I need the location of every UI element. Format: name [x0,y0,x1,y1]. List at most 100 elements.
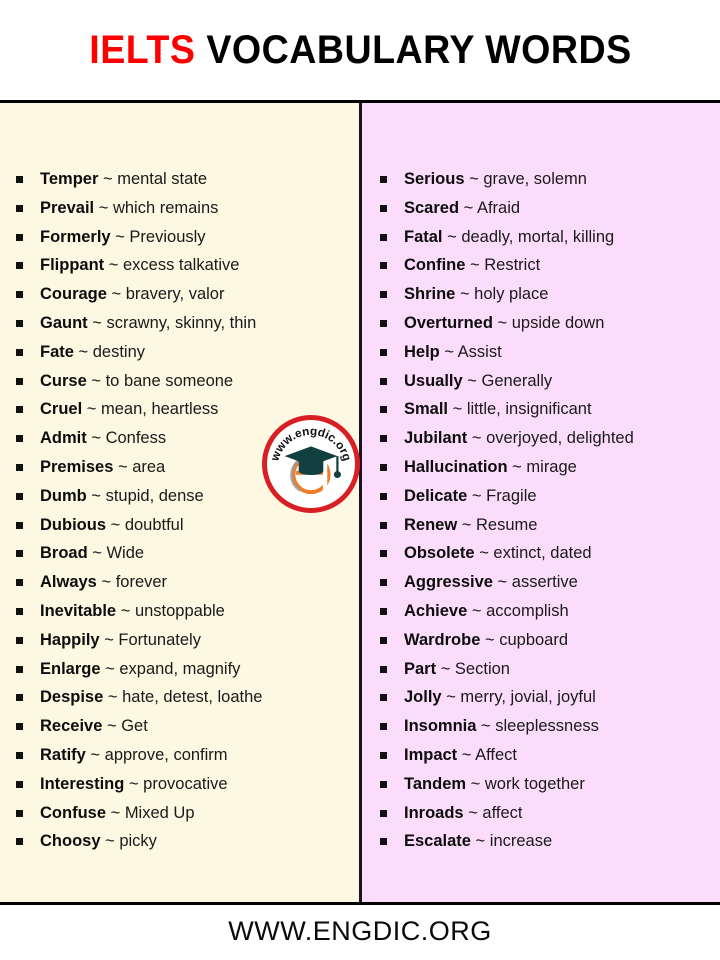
word-term: Achieve [404,601,468,620]
bullet-icon [16,492,23,500]
word-list-item: Gaunt ~ scrawny, skinny, thin [14,309,353,338]
word-separator: ~ [104,256,123,275]
word-term: Inevitable [40,601,117,620]
word-separator: ~ [110,227,130,246]
word-term: Inroads [404,803,464,822]
word-definition: work together [484,774,585,793]
word-list-item: Shrine ~ holy place [378,280,714,309]
bullet-icon [380,262,387,270]
word-separator: ~ [116,601,135,620]
word-definition: expand, magnify [119,659,241,678]
word-list-item: Enlarge ~ expand, magnify [14,655,353,684]
word-list-item: Choosy ~ picky [14,827,353,856]
word-list-item: Curse ~ to bane someone [14,367,353,396]
bullet-icon [380,463,387,471]
word-definition: overjoyed, delighted [486,429,634,448]
word-separator: ~ [87,544,107,563]
word-definition: Afraid [476,198,521,217]
page-header: IELTS VOCABULARY WORDS [0,0,720,100]
word-separator: ~ [96,573,116,592]
bullet-icon [380,550,387,558]
word-list-item: Jolly ~ merry, jovial, joyful [378,683,714,712]
bullet-icon [16,319,23,327]
word-term: Help [404,342,440,361]
word-term: Interesting [40,774,125,793]
word-separator: ~ [86,429,106,448]
word-separator: ~ [98,170,118,188]
word-list-item: Usually ~ Generally [378,367,714,396]
word-separator: ~ [436,659,455,678]
word-separator: ~ [455,285,475,304]
word-term: Part [404,659,437,678]
word-separator: ~ [99,630,119,649]
word-separator: ~ [467,486,487,505]
word-term: Fatal [404,227,443,246]
word-list-item: Part ~ Section [378,655,714,684]
word-separator: ~ [86,371,106,390]
word-term: Ratify [40,745,86,764]
word-term: Small [404,400,449,419]
word-term: Choosy [40,832,101,851]
bullet-icon [380,665,387,673]
word-separator: ~ [463,803,483,822]
word-definition: Restrict [484,256,541,275]
word-list-item: Confuse ~ Mixed Up [14,799,353,828]
word-term: Cruel [40,400,83,419]
bullet-icon [380,204,387,212]
bullet-icon [16,521,23,529]
word-definition: cupboard [499,630,569,649]
word-definition: bravery, valor [125,285,225,304]
word-definition: hate, detest, loathe [122,688,263,707]
word-definition: mental state [117,170,208,188]
right-word-column: Serious ~ grave, solemn Scared ~ Afraid Fa… [362,103,720,902]
bullet-icon [380,579,387,587]
word-separator: ~ [113,457,133,476]
word-list-item: Prevail ~ which remains [14,194,353,223]
word-list-item: Fate ~ destiny [14,338,353,367]
word-definition: Get [121,717,148,736]
bullet-icon [16,751,23,759]
word-separator: ~ [457,745,476,764]
bullet-icon [16,435,23,443]
word-definition: sleeplessness [495,717,599,736]
bullet-icon [16,809,23,817]
word-definition: increase [489,832,553,851]
bullet-icon [380,809,387,817]
word-term: Aggressive [404,573,493,592]
word-list-item: Broad ~ Wide [14,539,353,568]
word-separator: ~ [507,457,527,476]
word-list-item: Confine ~ Restrict [378,251,714,280]
word-term: Broad [40,544,88,563]
word-list-item: Achieve ~ accomplish [378,597,714,626]
word-term: Confuse [40,803,106,822]
word-term: Despise [40,688,104,707]
word-definition: upside down [511,313,605,332]
word-separator: ~ [124,774,144,793]
word-definition: mirage [526,457,577,476]
word-separator: ~ [106,515,125,534]
bullet-icon [380,291,387,299]
bullet-icon [16,463,23,471]
word-term: Jubilant [404,429,468,448]
word-definition: Wide [106,544,145,563]
word-definition: picky [119,832,157,851]
bullet-icon [380,636,387,644]
word-list-item: Help ~ Assist [378,338,714,367]
word-list-item: Hallucination ~ mirage [378,453,714,482]
word-term: Renew [404,515,458,534]
word-separator: ~ [100,832,120,851]
word-list-panels: Temper ~ mental state Prevail ~ which rem… [0,100,720,905]
bullet-icon [380,751,387,759]
word-definition: Resume [476,515,538,534]
bullet-icon [380,233,387,241]
footer-website-label: WWW.ENGDIC.ORG [228,915,492,946]
word-term: Tandem [404,774,467,793]
bullet-icon [16,636,23,644]
word-definition: destiny [92,342,146,361]
word-list-item: Ratify ~ approve, confirm [14,741,353,770]
word-term: Shrine [404,285,456,304]
word-list-item: Despise ~ hate, detest, loathe [14,683,353,712]
word-separator: ~ [82,400,101,419]
word-list-item: Delicate ~ Fragile [378,482,714,511]
page-title-accent: IELTS [88,28,195,72]
